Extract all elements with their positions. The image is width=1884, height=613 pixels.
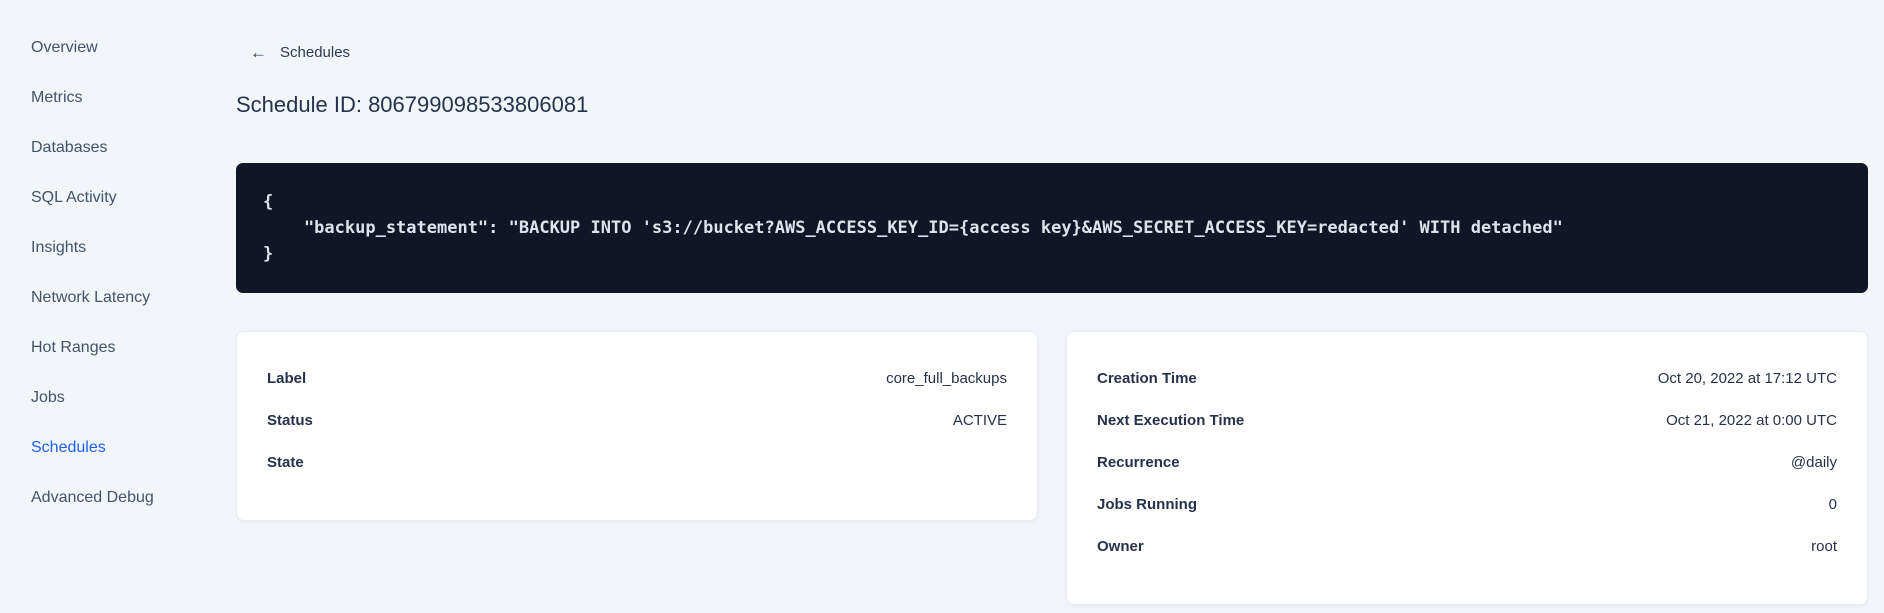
row-value: @daily — [1790, 453, 1837, 471]
detail-row-jobs-running: Jobs Running 0 — [1097, 483, 1837, 525]
sidebar-item-sql-activity[interactable]: SQL Activity — [0, 173, 196, 223]
row-value: Oct 20, 2022 at 17:12 UTC — [1657, 369, 1837, 387]
schedule-definition-code-block: { "backup_statement": "BACKUP INTO 's3:/… — [236, 163, 1868, 293]
detail-row-creation-time: Creation Time Oct 20, 2022 at 17:12 UTC — [1097, 357, 1837, 399]
row-value: 0 — [1828, 495, 1837, 513]
detail-row-next-execution-time: Next Execution Time Oct 21, 2022 at 0:00… — [1097, 399, 1837, 441]
main-content: ← Schedules Schedule ID: 806799098533806… — [236, 0, 1868, 605]
schedule-meta-card: Creation Time Oct 20, 2022 at 17:12 UTC … — [1066, 331, 1868, 605]
code-line: "backup_statement": "BACKUP INTO 's3://b… — [263, 218, 1563, 238]
sidebar-nav: Overview Metrics Databases SQL Activity … — [0, 23, 196, 523]
row-label: Label — [267, 369, 307, 387]
row-value: root — [1811, 537, 1837, 555]
label-status-state-card: Label core_full_backups Status ACTIVE St… — [236, 331, 1038, 521]
back-arrow-icon: ← — [250, 42, 267, 62]
sidebar-item-network-latency[interactable]: Network Latency — [0, 273, 196, 323]
sidebar-item-jobs[interactable]: Jobs — [0, 373, 196, 423]
row-label: State — [267, 453, 304, 471]
row-value: ACTIVE — [952, 411, 1007, 429]
code-line: } — [263, 244, 274, 264]
row-label: Status — [267, 411, 313, 429]
schedule-details-page: Overview Metrics Databases SQL Activity … — [0, 0, 1884, 613]
row-value: Oct 21, 2022 at 0:00 UTC — [1666, 411, 1837, 429]
detail-row-status: Status ACTIVE — [267, 399, 1007, 441]
sidebar-item-insights[interactable]: Insights — [0, 223, 196, 273]
sidebar-item-metrics[interactable]: Metrics — [0, 73, 196, 123]
code-line: { — [263, 192, 274, 212]
detail-row-state: State — [267, 441, 1007, 483]
back-link-label: Schedules — [280, 43, 351, 61]
detail-row-owner: Owner root — [1097, 525, 1837, 567]
sidebar-item-hot-ranges[interactable]: Hot Ranges — [0, 323, 196, 373]
detail-row-label: Label core_full_backups — [267, 357, 1007, 399]
sidebar-item-schedules[interactable]: Schedules — [0, 423, 196, 473]
detail-row-recurrence: Recurrence @daily — [1097, 441, 1837, 483]
sidebar-item-advanced-debug[interactable]: Advanced Debug — [0, 473, 196, 523]
row-value: core_full_backups — [886, 369, 1007, 387]
summary-cards-row: Label core_full_backups Status ACTIVE St… — [236, 331, 1868, 605]
row-label: Jobs Running — [1097, 495, 1197, 513]
row-label: Next Execution Time — [1097, 411, 1245, 429]
row-label: Creation Time — [1097, 369, 1197, 387]
sidebar-item-overview[interactable]: Overview — [0, 23, 196, 73]
row-label: Recurrence — [1097, 453, 1180, 471]
back-to-schedules-link[interactable]: ← Schedules — [250, 40, 350, 64]
page-title: Schedule ID: 806799098533806081 — [236, 92, 589, 117]
row-label: Owner — [1097, 537, 1144, 555]
sidebar-item-databases[interactable]: Databases — [0, 123, 196, 173]
